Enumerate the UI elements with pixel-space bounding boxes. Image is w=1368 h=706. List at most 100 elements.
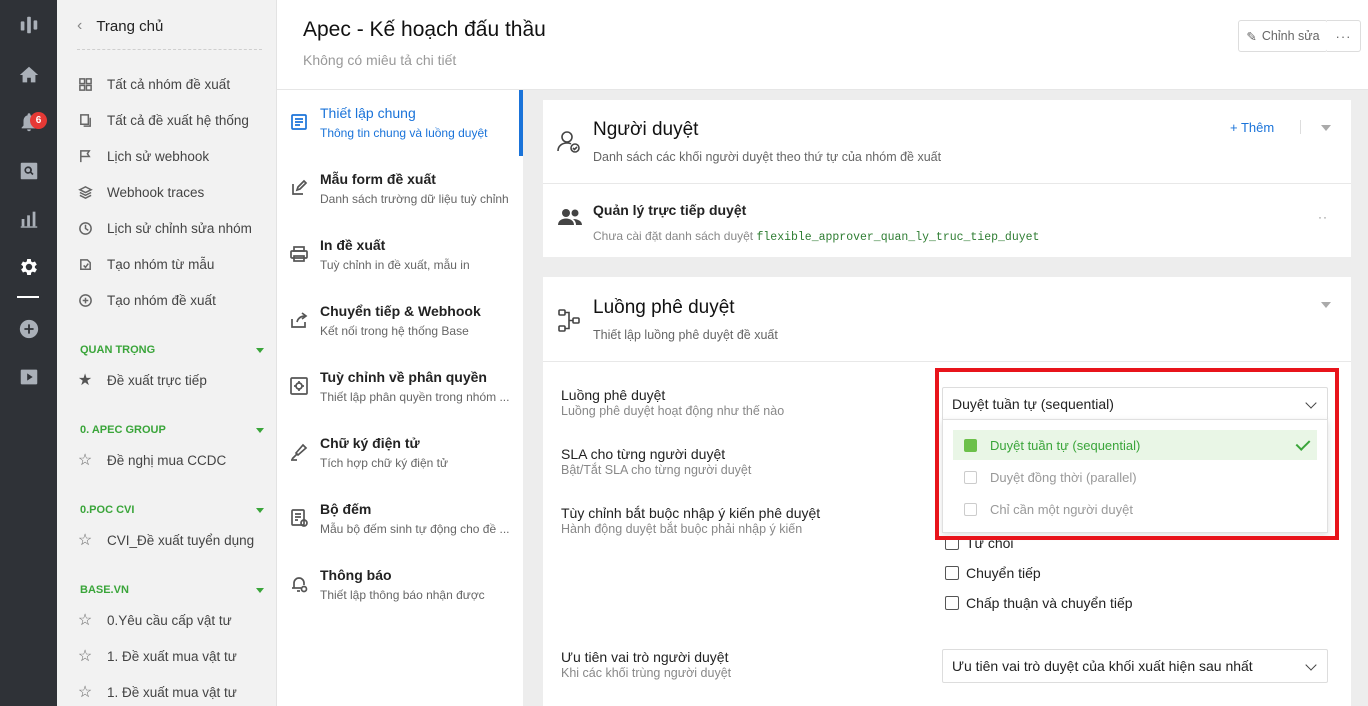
separator: [1300, 120, 1301, 134]
sidebar-item-label: Tất cả đề xuất hệ thống: [107, 112, 249, 128]
field-sub: Hành động duyệt bắt buộc phải nhập ý kiế…: [561, 522, 803, 536]
flow-subtitle: Thiết lập luồng phê duyệt đề xuất: [593, 328, 778, 342]
caret-down-icon: [256, 427, 264, 433]
sidebar-item-all-requests[interactable]: Tất cả đề xuất hệ thống: [77, 108, 266, 132]
checkbox-box: [945, 596, 959, 610]
edit-icon: [289, 178, 309, 198]
approver-block-desc-text: Chưa cài đặt danh sách duyệt: [593, 229, 757, 243]
tab-title: Thông báo: [320, 567, 392, 583]
add-approver-button[interactable]: + Thêm: [1230, 120, 1274, 135]
report-chart-icon[interactable]: [0, 201, 57, 237]
tab-title: Bộ đếm: [320, 501, 372, 517]
section-title: QUAN TRỌNG: [80, 344, 156, 356]
approvers-title: Người duyệt: [593, 119, 699, 140]
home-icon[interactable]: [0, 57, 57, 93]
approver-block-title: Quản lý trực tiếp duyệt: [593, 202, 747, 218]
tab-print[interactable]: In đề xuất Tuỳ chỉnh in đề xuất, mẫu in: [277, 222, 523, 288]
sidebar-item-label: Webhook traces: [107, 184, 205, 200]
notification-badge: 6: [30, 112, 47, 129]
select-value: Ưu tiên vai trò duyệt của khối xuất hiện…: [952, 658, 1253, 674]
sidebar-item-label: CVI_Đề xuất tuyển dụng: [107, 532, 255, 548]
sidebar-item-favorite[interactable]: ☆ 0.Yêu cầu cấp vật tư: [77, 608, 266, 632]
sidebar-item-favorite[interactable]: ★ Đề xuất trực tiếp: [77, 368, 266, 392]
field-sub: Bật/Tắt SLA cho từng người duyệt: [561, 463, 752, 477]
caret-down-icon: [256, 587, 264, 593]
flag-icon: [77, 148, 93, 164]
star-outline-icon: ☆: [77, 532, 93, 549]
sidebar-item-label: Tạo nhóm từ mẫu: [107, 256, 215, 272]
permission-icon: [289, 376, 309, 396]
field-sub: Luồng phê duyệt hoạt động như thế nào: [561, 404, 785, 418]
search-icon[interactable]: [0, 153, 57, 189]
star-outline-icon: ☆: [77, 452, 93, 469]
tab-permissions[interactable]: Tuỳ chỉnh về phân quyền Thiết lập phân q…: [277, 354, 523, 420]
checkbox-label: Chuyển tiếp: [966, 565, 1041, 581]
approver-block-desc: Chưa cài đặt danh sách duyệt flexible_ap…: [593, 229, 1039, 244]
bell-icon[interactable]: 6: [0, 104, 57, 140]
add-circle-icon[interactable]: [0, 311, 57, 347]
sidebar-item-create-group[interactable]: Tạo nhóm đề xuất: [77, 288, 266, 312]
collapse-caret-icon[interactable]: [1321, 302, 1331, 308]
edit-button[interactable]: ✎ Chỉnh sửa: [1238, 20, 1328, 52]
checkbox-forward[interactable]: Chuyển tiếp: [945, 563, 1041, 583]
sidebar-item-favorite[interactable]: ☆ 1. Đề xuất mua vật tư: [77, 680, 266, 704]
caret-down-icon: [256, 347, 264, 353]
settings-gear-icon[interactable]: [0, 249, 57, 285]
star-outline-icon: ☆: [77, 648, 93, 665]
section-apec-group[interactable]: 0. APEC GROUP: [80, 422, 266, 438]
sidebar-item-edit-history[interactable]: Lịch sử chỉnh sửa nhóm: [77, 216, 266, 240]
edit-button-label: Chỉnh sửa: [1261, 29, 1320, 43]
video-icon[interactable]: [0, 359, 57, 395]
sidebar-item-label: Tạo nhóm đề xuất: [107, 292, 216, 308]
star-outline-icon: ☆: [77, 684, 93, 701]
checkbox-approve-and-forward[interactable]: Chấp thuận và chuyển tiếp: [945, 593, 1133, 613]
page-title: Apec - Kế hoạch đấu thầu: [303, 18, 546, 41]
section-poc-cvi[interactable]: 0.POC CVI: [80, 502, 266, 518]
tab-forward-webhook[interactable]: Chuyển tiếp & Webhook Kết nối trong hệ t…: [277, 288, 523, 354]
sidebar-divider: [77, 49, 262, 50]
document-icon: [289, 112, 309, 132]
user-check-icon: [556, 129, 582, 155]
sidebar-item-favorite[interactable]: ☆ CVI_Đề xuất tuyển dụng: [77, 528, 266, 552]
more-options-button[interactable]: ···: [1327, 20, 1361, 52]
secondary-sidebar: ‹ Trang chủ Tất cả nhóm đề xuất Tất cả đ…: [57, 0, 277, 706]
sidebar-item-webhook-history[interactable]: Lịch sử webhook: [77, 144, 266, 168]
tab-general-settings[interactable]: Thiết lập chung Thông tin chung và luồng…: [277, 90, 523, 156]
base-logo-icon[interactable]: [0, 7, 57, 43]
approvers-subtitle: Danh sách các khối người duyệt theo thứ …: [593, 150, 942, 164]
field-sub: Khi các khối trùng người duyệt: [561, 666, 732, 680]
tab-desc: Kết nối trong hệ thống Base: [320, 324, 469, 338]
back-to-home[interactable]: ‹ Trang chủ: [77, 14, 163, 38]
sidebar-item-favorite[interactable]: ☆ Đề nghị mua CCDC: [77, 448, 266, 472]
tab-title: In đề xuất: [320, 237, 386, 253]
sidebar-item-label: Lịch sử webhook: [107, 148, 210, 164]
tab-e-signature[interactable]: Chữ ký điện tử Tích hợp chữ ký điện tử: [277, 420, 523, 486]
tab-title: Thiết lập chung: [320, 105, 416, 121]
tab-notifications[interactable]: Thông báo Thiết lập thông báo nhận được: [277, 552, 523, 618]
sidebar-item-label: 1. Đề xuất mua vật tư: [107, 648, 237, 664]
priority-role-select[interactable]: Ưu tiên vai trò duyệt của khối xuất hiện…: [942, 649, 1328, 683]
sidebar-item-all-groups[interactable]: Tất cả nhóm đề xuất: [77, 72, 266, 96]
block-more-button[interactable]: ··: [1318, 210, 1328, 224]
section-title: 0.POC CVI: [80, 504, 135, 516]
share-icon: [289, 310, 309, 330]
rail-divider: [17, 296, 39, 298]
collapse-caret-icon[interactable]: [1321, 125, 1331, 131]
sidebar-item-label: 1. Đề xuất mua vật tư: [107, 684, 237, 700]
star-filled-icon: ★: [77, 372, 93, 389]
checkbox-box: [945, 566, 959, 580]
back-label: Trang chủ: [96, 17, 164, 35]
tab-counter[interactable]: Bộ đếm Mẫu bộ đếm sinh tự động cho đề ..…: [277, 486, 523, 552]
section-base-vn[interactable]: BASE.VN: [80, 582, 266, 598]
section-title: 0. APEC GROUP: [80, 424, 166, 436]
section-quan-trong[interactable]: QUAN TRỌNG: [80, 342, 266, 358]
copy-document-icon: [77, 112, 93, 128]
sidebar-item-create-from-template[interactable]: Tạo nhóm từ mẫu: [77, 252, 266, 276]
field-label: SLA cho từng người duyệt: [561, 446, 726, 462]
sidebar-item-favorite[interactable]: ☆ 1. Đề xuất mua vật tư: [77, 644, 266, 668]
tab-form-template[interactable]: Mẫu form đề xuất Danh sách trường dữ liệ…: [277, 156, 523, 222]
sidebar-item-webhook-traces[interactable]: Webhook traces: [77, 180, 266, 204]
tab-desc: Mẫu bộ đếm sinh tự động cho đề ...: [320, 522, 510, 536]
highlight-box: [935, 368, 1339, 540]
sidebar-item-label: 0.Yêu cầu cấp vật tư: [107, 612, 232, 628]
